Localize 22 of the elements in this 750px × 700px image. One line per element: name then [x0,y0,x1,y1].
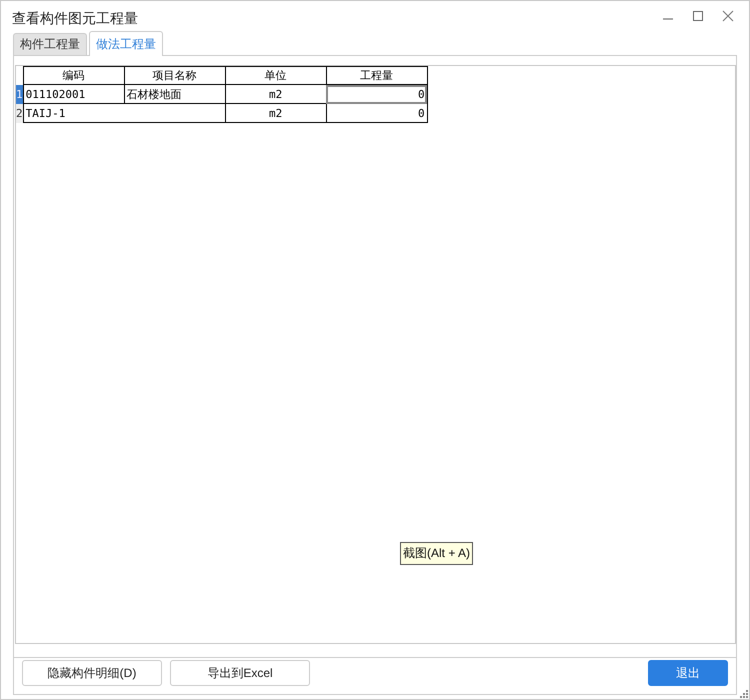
row-number[interactable]: 2 [16,104,24,122]
resize-grip-icon[interactable] [740,690,748,698]
tab[interactable]: 做法工程量 [89,31,163,56]
dialog-button[interactable]: 隐藏构件明细(D) [22,660,162,686]
table-cell: 011102001 [23,84,124,104]
dialog-button[interactable]: 导出到Excel [170,660,310,686]
table-cell: m2 [225,104,326,122]
column-header: 项目名称 [124,66,226,84]
column-header: 单位 [225,66,326,84]
row-number[interactable]: 1 [16,84,24,104]
tab[interactable]: 构件工程量 [13,33,87,55]
close-icon[interactable] [722,10,734,22]
table-cell: 0 [326,84,428,104]
column-header: 编码 [23,66,124,84]
maximize-icon[interactable] [692,10,704,22]
table-cell: 0 [326,104,428,122]
tooltip: 截图(Alt + A) [400,542,474,565]
column-header: 工程量 [326,66,428,84]
dialog-button[interactable]: 退出 [648,660,728,686]
window-title: 查看构件图元工程量 [12,9,139,28]
table-cell: TAIJ-1 [23,104,226,122]
table-cell: 石材楼地面 [124,84,226,104]
